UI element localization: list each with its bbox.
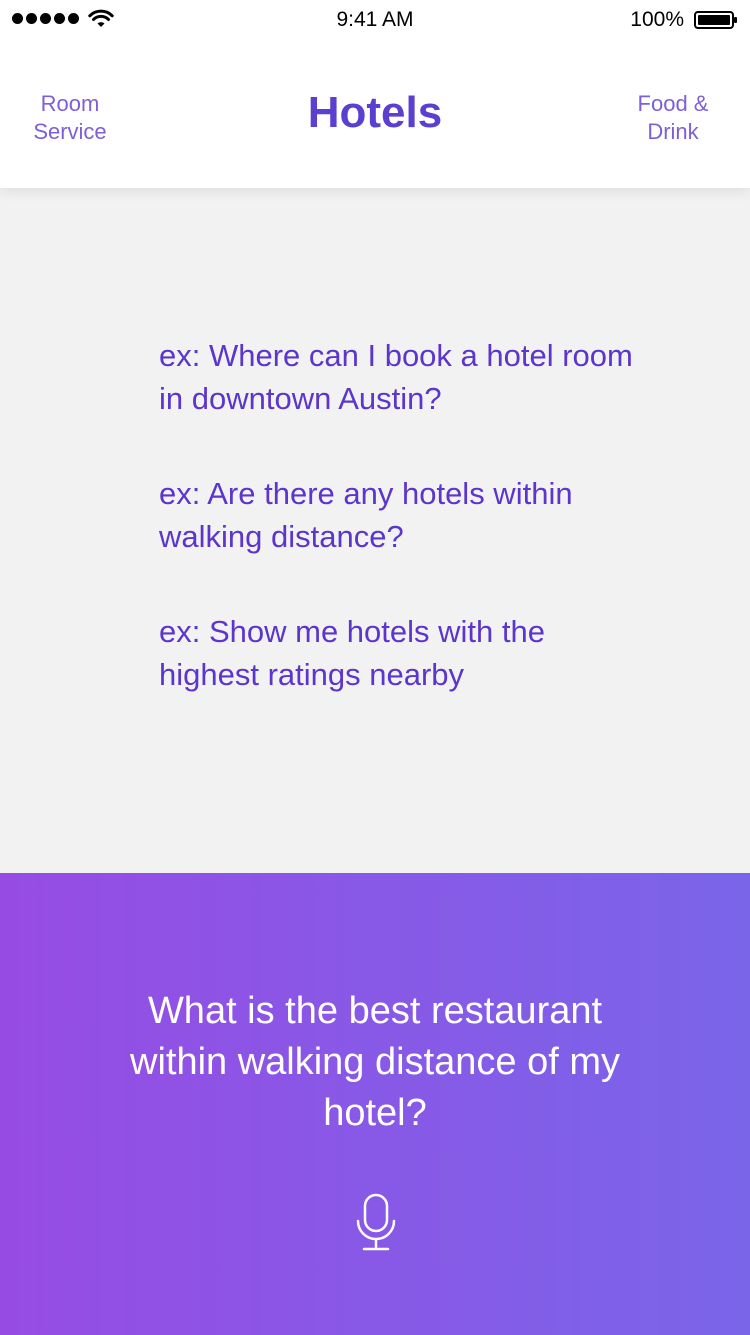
header: Room Service Hotels Food & Drink bbox=[0, 40, 750, 188]
voice-input-panel: What is the best restaurant within walki… bbox=[0, 873, 750, 1335]
microphone-icon[interactable] bbox=[354, 1193, 398, 1253]
example-queries: ex: Where can I book a hotel room in dow… bbox=[159, 334, 639, 748]
voice-query-text: What is the best restaurant within walki… bbox=[130, 990, 620, 1134]
example-query[interactable]: ex: Show me hotels with the highest rati… bbox=[159, 610, 639, 696]
status-bar: 9:41 AM 100% bbox=[0, 0, 750, 40]
example-query[interactable]: ex: Where can I book a hotel room in dow… bbox=[159, 334, 639, 420]
battery-icon bbox=[694, 11, 737, 29]
example-query[interactable]: ex: Are there any hotels within walking … bbox=[159, 472, 639, 558]
food-drink-link[interactable]: Food & Drink bbox=[613, 90, 733, 146]
battery-percentage: 100% bbox=[630, 8, 684, 31]
